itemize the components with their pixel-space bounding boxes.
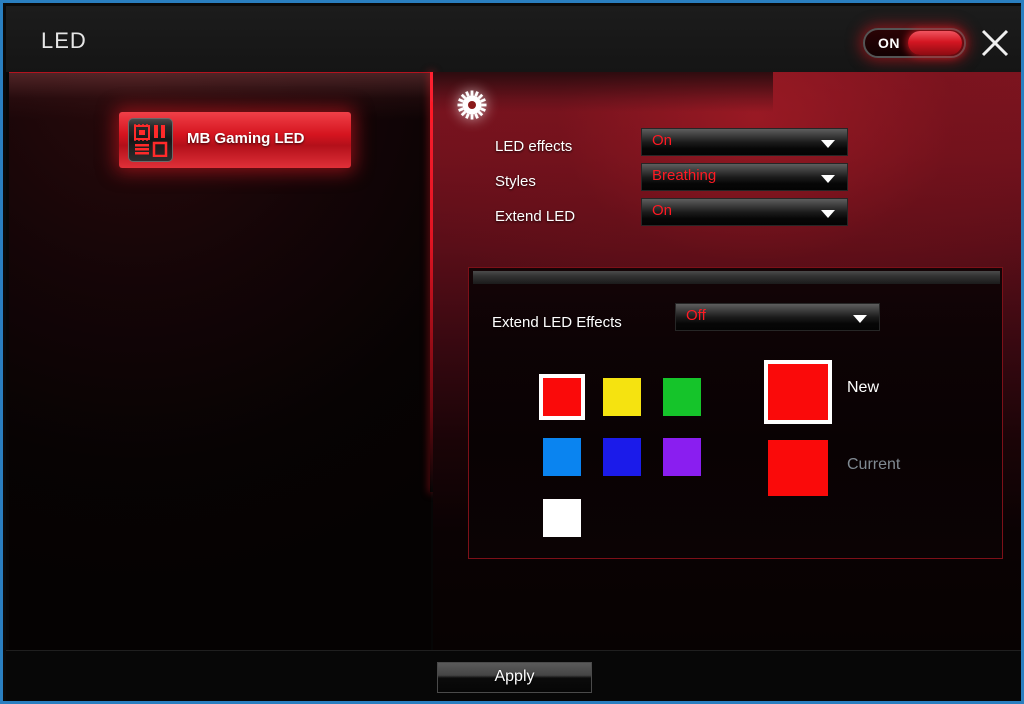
preview-swatch-new (764, 360, 832, 424)
power-toggle-label: ON (878, 35, 900, 51)
power-toggle[interactable]: ON (863, 28, 966, 58)
color-swatch-red[interactable] (539, 374, 585, 420)
chevron-down-icon[interactable] (853, 315, 867, 323)
extend-led-effects-panel: Extend LED Effects Off New Current (468, 267, 1003, 559)
gear-icon (457, 90, 487, 120)
dropdown-value-extend-led: On (652, 202, 673, 219)
chevron-down-icon[interactable] (821, 175, 835, 183)
color-swatch-white[interactable] (543, 499, 581, 537)
extend-led-effects-label: Extend LED Effects (492, 314, 622, 331)
dropdown-extend-led-effects[interactable]: Off (675, 303, 880, 331)
page-title: LED (41, 28, 87, 53)
color-swatch-purple[interactable] (663, 438, 701, 476)
color-swatch-light-blue[interactable] (543, 438, 581, 476)
content-area: MB Gaming LED LED effects On Styles Brea… (6, 72, 1021, 650)
sidebar-item-mb-gaming-led[interactable]: MB Gaming LED (119, 112, 351, 168)
sidebar-item-label: MB Gaming LED (187, 130, 305, 147)
footer-bar: Apply (6, 650, 1021, 701)
color-swatch-yellow[interactable] (603, 378, 641, 416)
dropdown-value-extend-led-effects: Off (686, 307, 706, 324)
chevron-down-icon[interactable] (821, 140, 835, 148)
color-swatch-green[interactable] (663, 378, 701, 416)
title-bar: LED ON (6, 6, 1021, 73)
motherboard-icon (128, 118, 173, 162)
setting-label-led-effects: LED effects (495, 138, 573, 155)
dropdown-led-effects[interactable]: On (641, 128, 848, 156)
preview-label-current: Current (847, 456, 901, 473)
color-swatch-blue[interactable] (603, 438, 641, 476)
preview-swatch-current (768, 440, 828, 496)
sidebar: MB Gaming LED (9, 72, 431, 650)
extend-panel-top-strip (473, 271, 1000, 284)
settings-panel: LED effects On Styles Breathing Extend L… (433, 72, 1021, 650)
dropdown-value-styles: Breathing (652, 167, 717, 184)
dropdown-styles[interactable]: Breathing (641, 163, 848, 191)
apply-button-label: Apply (494, 668, 535, 685)
preview-label-new: New (847, 379, 880, 396)
chevron-down-icon[interactable] (821, 210, 835, 218)
dropdown-extend-led[interactable]: On (641, 198, 848, 226)
close-icon[interactable] (978, 26, 1012, 60)
setting-label-extend-led: Extend LED (495, 208, 576, 225)
led-window: LED ON MB Gaming LED LED effects On Styl… (0, 0, 1024, 704)
apply-button[interactable]: Apply (437, 662, 592, 693)
setting-label-styles: Styles (495, 173, 536, 190)
power-toggle-knob[interactable] (908, 31, 962, 55)
dropdown-value-led-effects: On (652, 132, 673, 149)
